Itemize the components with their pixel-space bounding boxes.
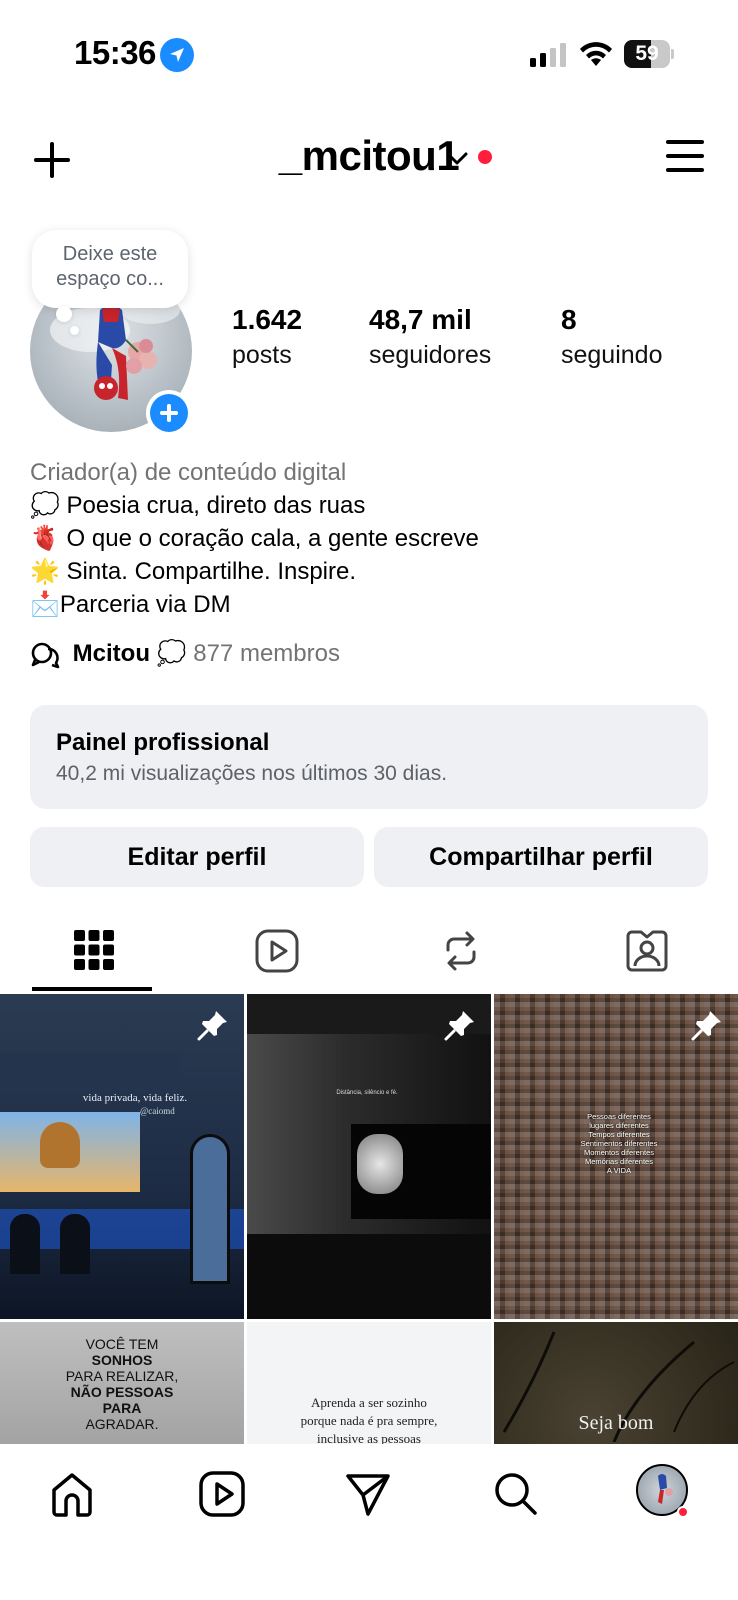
stat-following[interactable]: 8 seguindo [561,302,662,372]
share-profile-button[interactable]: Compartilhar perfil [374,827,708,887]
post-caption: Aprenda a ser sozinho porque nada é pra … [300,1395,438,1444]
post-caption: VOCÊ TEM SONHOS PARA REALIZAR, NÃO PESSO… [65,1336,179,1432]
community-members: 877 membros [193,640,340,667]
pro-panel-subtitle: 40,2 mi visualizações nos últimos 30 dia… [56,762,448,785]
profile-tabs [0,918,738,992]
account-switcher[interactable]: _mcitou1 [279,132,460,179]
note-bubble[interactable]: Deixe este espaço co... [32,230,188,308]
tab-reposts[interactable] [368,918,552,992]
grid-post[interactable]: Pessoas diferentes lugares diferentes Te… [494,994,738,1319]
bio-line: 🫀 O que o coração cala, a gente escreve [30,525,479,552]
notification-dot [677,1506,689,1518]
tab-posts-grid[interactable] [0,918,184,992]
stat-posts[interactable]: 1.642 posts [232,302,302,372]
bio-line: 🌟 Sinta. Compartilhe. Inspire. [30,558,357,585]
nav-search[interactable] [490,1468,550,1528]
grid-icon [74,930,114,970]
battery-level: 59 [635,42,659,65]
add-story-button[interactable] [146,390,192,436]
wifi-icon [580,42,612,66]
professional-dashboard[interactable]: Painel profissional 40,2 mi visualizaçõe… [30,705,708,809]
grid-post[interactable]: VOCÊ TEM SONHOS PARA REALIZAR, NÃO PESSO… [0,1322,244,1444]
nav-reels[interactable] [196,1468,256,1528]
menu-button[interactable] [666,140,706,176]
grid-post[interactable]: Aprenda a ser sozinho porque nada é pra … [247,1322,491,1444]
grid-post[interactable]: Distância, silêncio e fé. [247,994,491,1319]
reels-icon [199,1471,245,1517]
community-emoji: 💭 [156,640,187,667]
grid-post[interactable]: Seja bom [494,1322,738,1444]
edit-profile-button[interactable]: Editar perfil [30,827,364,887]
post-handle: @caiomd [140,1106,175,1116]
grid-post[interactable]: vida privada, vida feliz. @caiomd [0,994,244,1319]
bio-line: 📩Parceria via DM [30,591,231,618]
post-caption: vida privada, vida feliz. [82,1092,188,1104]
pin-icon [691,1011,721,1041]
post-caption: Pessoas diferentes lugares diferentes Te… [580,1112,658,1175]
tagged-icon [626,930,668,972]
community-chat-icon [31,642,60,668]
tab-reels[interactable] [184,918,368,992]
profile-category: Criador(a) de conteúdo digital [30,459,347,486]
reposts-icon [446,931,476,971]
pin-icon [197,1011,227,1041]
location-arrow-icon [160,38,194,72]
chevron-down-icon[interactable] [446,152,468,166]
notification-dot [478,150,492,164]
profile-bio: Criador(a) de conteúdo digital 💭 Poesia … [30,456,710,621]
tab-tagged[interactable] [552,918,736,992]
search-icon [495,1473,537,1515]
nav-home[interactable] [46,1468,106,1528]
cellular-signal-icon [530,43,566,67]
status-bar: 15:36 59 [0,0,738,110]
stat-followers[interactable]: 48,7 mil seguidores [369,302,491,372]
community-name: Mcitou [72,640,150,667]
post-caption: Seja bom [578,1412,654,1434]
status-time: 15:36 [74,34,156,71]
messages-icon [346,1474,390,1516]
nav-messages[interactable] [342,1468,402,1528]
active-tab-indicator [32,987,152,991]
bio-line: 💭 Poesia crua, direto das ruas [30,492,366,519]
home-icon [52,1473,92,1517]
post-caption: Distância, silêncio e fé. [336,1090,398,1096]
pro-panel-title: Painel profissional [56,729,270,756]
battery-icon: 59 [624,40,674,68]
bottom-navigation [0,1444,738,1600]
posts-grid: vida privada, vida feliz. @caiomd Distân… [0,994,738,1444]
profile-header: _mcitou1 [0,120,738,200]
community-link[interactable]: Mcitou 💭 877 membros [30,636,340,672]
pin-icon [444,1011,474,1041]
reels-icon [255,929,299,973]
